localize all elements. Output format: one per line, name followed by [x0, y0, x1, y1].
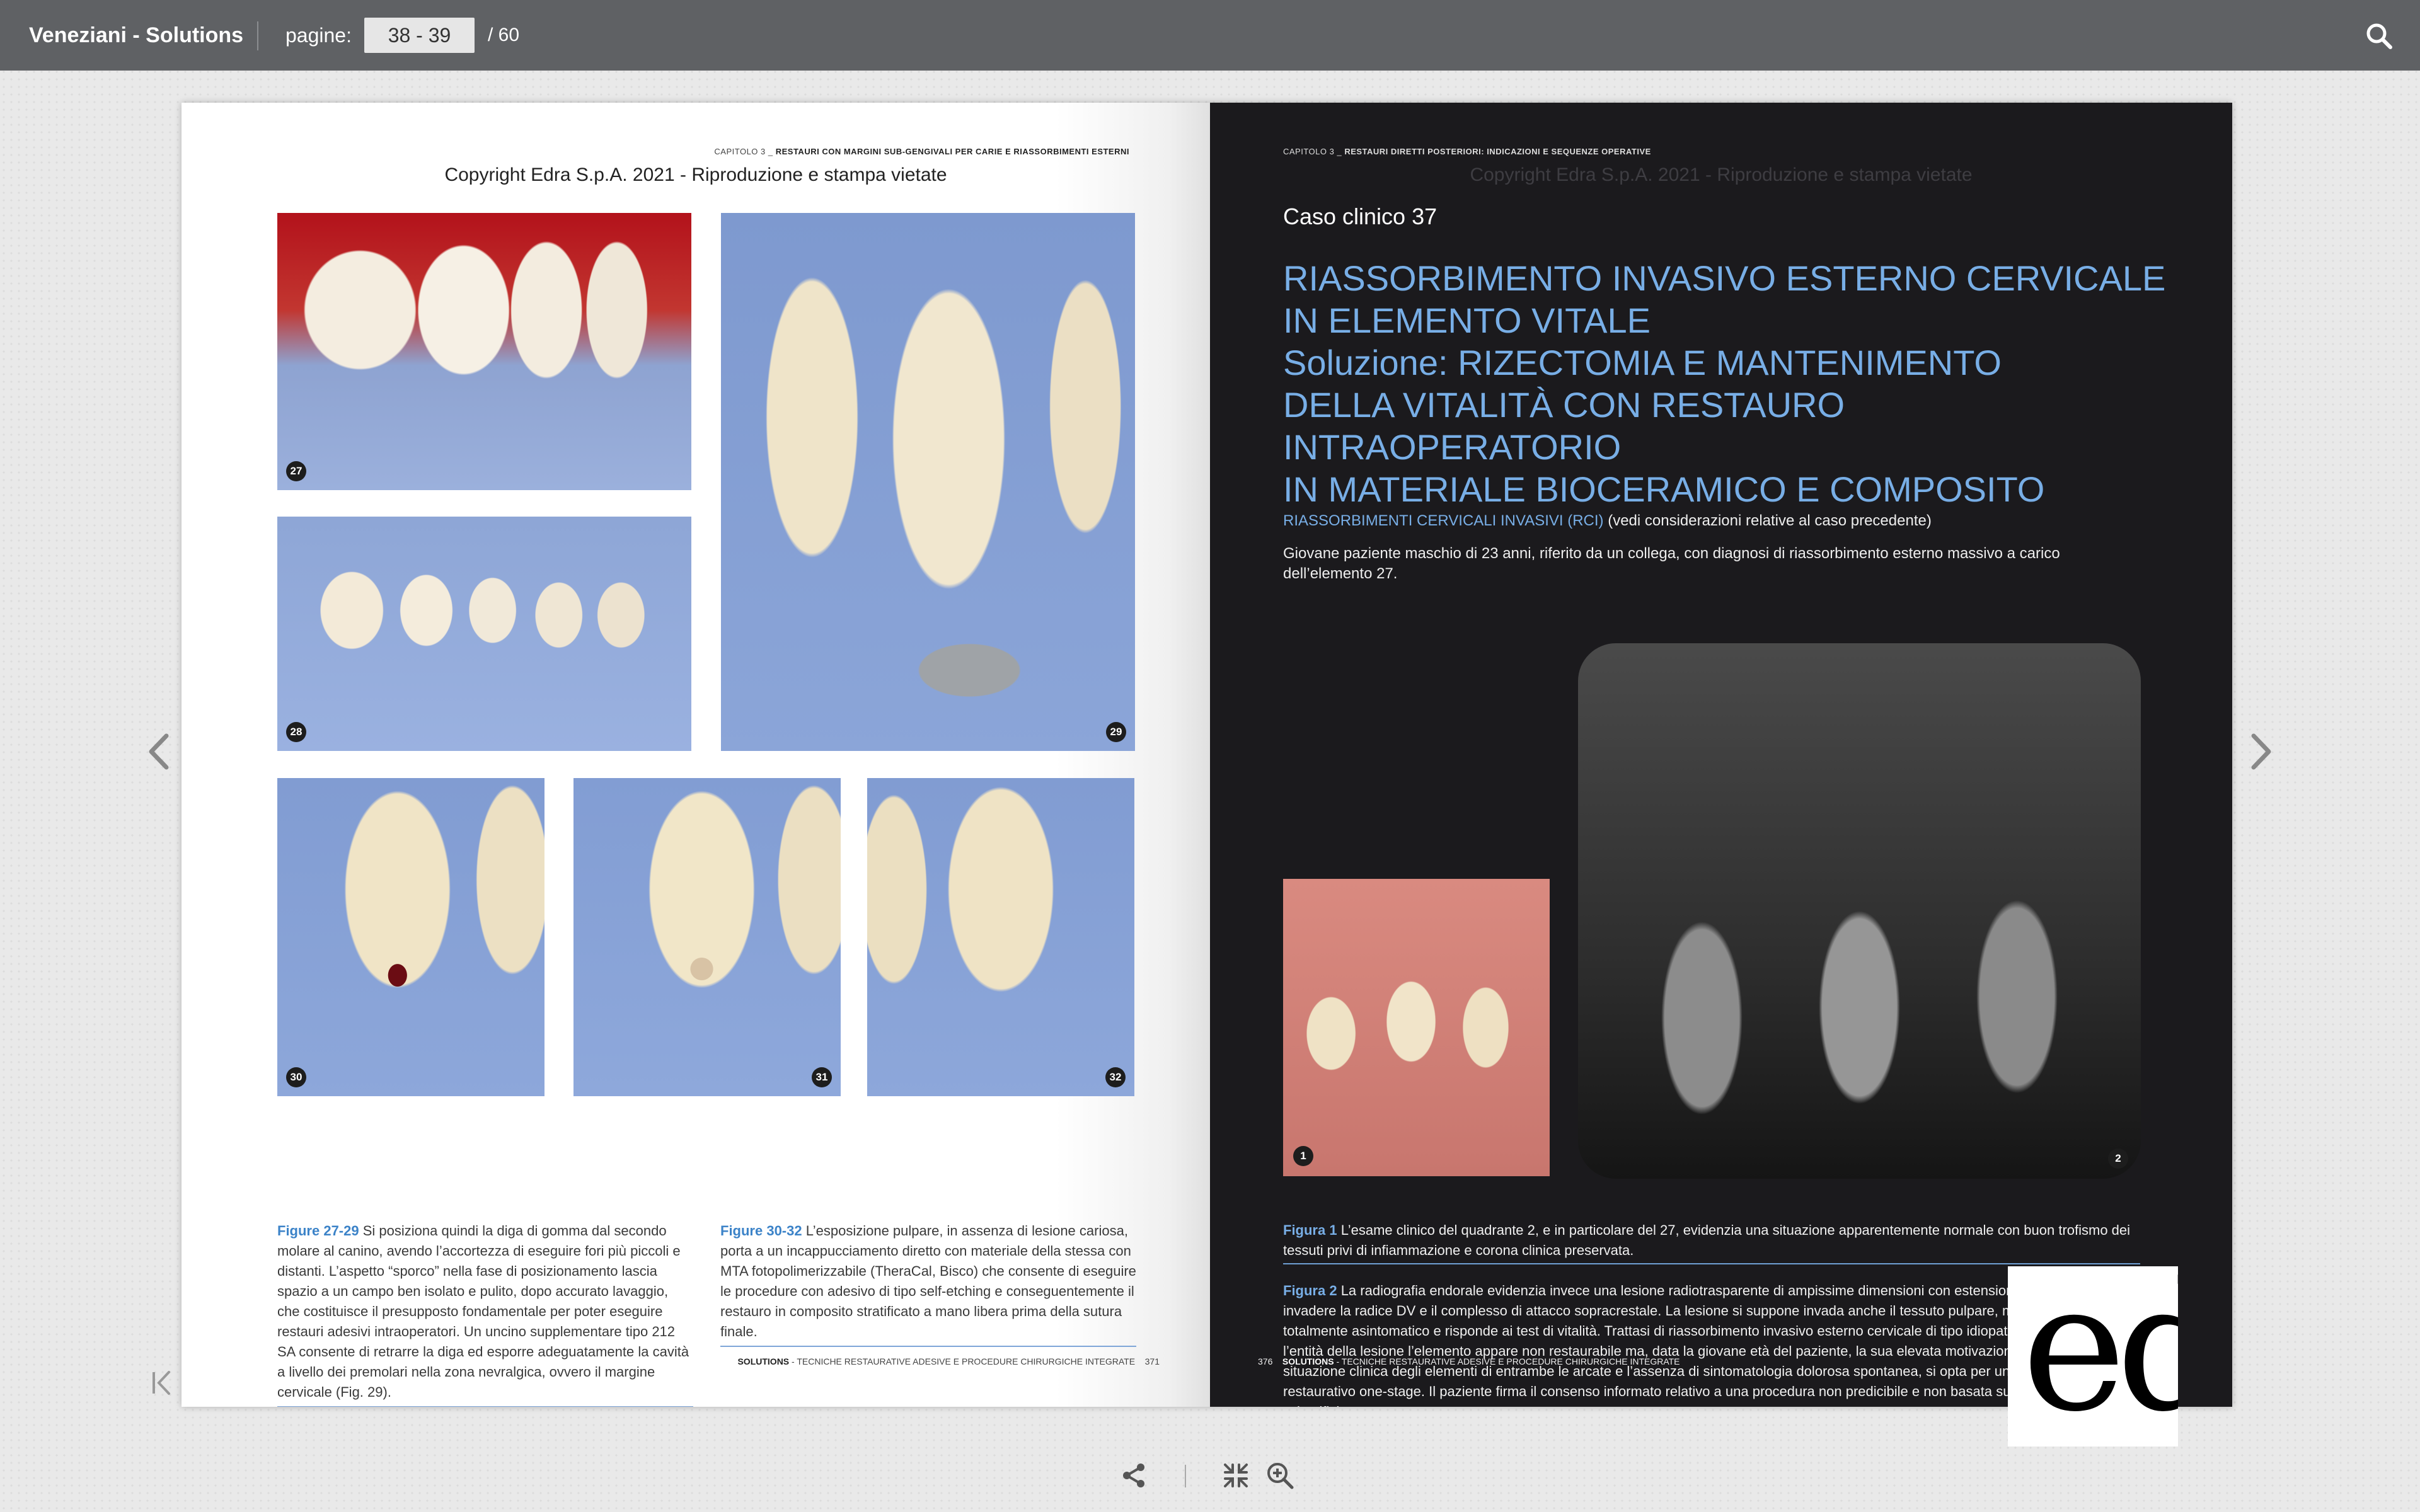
running-head-chapter: CAPITOLO 3 _: [1283, 147, 1342, 156]
running-head: CAPITOLO 3 _ RESTAURI DIRETTI POSTERIORI…: [1283, 147, 1651, 156]
figure-28-photo: 28: [277, 517, 691, 751]
previous-page-button[interactable]: [144, 730, 175, 774]
search-icon[interactable]: [2363, 20, 2395, 52]
figure-number: 32: [1105, 1067, 1126, 1087]
figure-number: 1: [1293, 1146, 1313, 1166]
zoom-in-button[interactable]: [1264, 1460, 1296, 1491]
page-footer: SOLUTIONS - TECNICHE RESTAURATIVE ADESIV…: [737, 1356, 1160, 1366]
figure-29-photo: 29: [721, 213, 1135, 751]
header-divider: [257, 21, 258, 50]
figure-number: 29: [1106, 722, 1126, 742]
figure-30-photo: 30: [277, 778, 544, 1096]
figure-1-photo: 1: [1283, 879, 1550, 1176]
case-title: Caso clinico 37: [1283, 203, 1438, 229]
caption-label: Figure 30-32: [720, 1223, 802, 1239]
page-footer: 376 SOLUTIONS - TECNICHE RESTAURATIVE AD…: [1258, 1356, 1680, 1366]
left-page: CAPITOLO 3 _ RESTAURI CON MARGINI SUB-GE…: [182, 103, 1210, 1407]
caption-label: Figura 2: [1283, 1283, 1337, 1298]
logo-text: edra: [2022, 1266, 2178, 1446]
edra-logo: edra: [2008, 1266, 2178, 1446]
caption-text: Si posiziona quindi la diga di gomma dal…: [277, 1223, 689, 1400]
caption-label: Figura 1: [1283, 1222, 1337, 1238]
figure-32-photo: 32: [867, 778, 1134, 1096]
zoom-in-icon: [1267, 1463, 1294, 1489]
next-page-button[interactable]: [2245, 730, 2276, 774]
footer-subtitle: - TECNICHE RESTAURATIVE ADESIVE E PROCED…: [789, 1356, 1136, 1366]
section-rest: (vedi considerazioni relative al caso pr…: [1603, 512, 1932, 529]
figure-number: 2: [2108, 1148, 2128, 1169]
footer-book: SOLUTIONS: [1282, 1356, 1334, 1366]
intro-text: Giovane paziente maschio di 23 anni, rif…: [1283, 545, 2060, 582]
running-head-title: RESTAURI DIRETTI POSTERIORI: INDICAZIONI…: [1344, 147, 1651, 156]
book-spread: CAPITOLO 3 _ RESTAURI CON MARGINI SUB-GE…: [182, 103, 2232, 1407]
app-title: Veneziani - Solutions: [29, 23, 244, 47]
heading-line: RIASSORBIMENTO INVASIVO ESTERNO CERVICAL…: [1283, 258, 2166, 298]
footer-book: SOLUTIONS: [737, 1356, 790, 1366]
page-number: 376: [1258, 1356, 1273, 1366]
heading-line: DELLA VITALITÀ CON RESTAURO INTRAOPERATO…: [1283, 385, 1845, 467]
chevron-right-icon: [2251, 733, 2271, 770]
figure-31-photo: 31: [573, 778, 841, 1096]
copyright-notice: Copyright Edra S.p.A. 2021 - Riproduzion…: [1470, 164, 1973, 185]
heading-line: IN ELEMENTO VITALE: [1283, 301, 1651, 340]
pages-label: pagine:: [285, 24, 352, 47]
running-head-chapter: CAPITOLO 3 _: [714, 147, 773, 156]
caption-figures-27-29: Figure 27-29 Si posiziona quindi la diga…: [277, 1221, 693, 1407]
heading-line: Soluzione: RIZECTOMIA E MANTENIMENTO: [1283, 343, 2002, 382]
page-number: 371: [1144, 1356, 1160, 1366]
figure-number: 27: [286, 461, 306, 481]
running-head: CAPITOLO 3 _ RESTAURI CON MARGINI SUB-GE…: [714, 147, 1129, 156]
page-number-input[interactable]: [364, 18, 475, 53]
share-icon: [1123, 1463, 1144, 1487]
case-heading: RIASSORBIMENTO INVASIVO ESTERNO CERVICAL…: [1283, 257, 2178, 510]
caption-figures-30-32: Figure 30-32 L’esposizione pulpare, in a…: [720, 1221, 1136, 1347]
top-bar: Veneziani - Solutions pagine: / 60: [0, 0, 2420, 71]
caption-figure-1: Figura 1 L’esame clinico del quadrante 2…: [1283, 1220, 2140, 1264]
first-page-button[interactable]: [149, 1367, 180, 1411]
figure-number: 31: [812, 1067, 832, 1087]
figure-number: 28: [286, 722, 306, 742]
collapse-icon: [1224, 1463, 1248, 1487]
figure-27-photo: 27: [277, 213, 691, 490]
first-page-icon: [153, 1371, 170, 1395]
footer-subtitle: - TECNICHE RESTAURATIVE ADESIVE E PROCED…: [1334, 1356, 1680, 1366]
section-highlight: RIASSORBIMENTI CERVICALI INVASIVI (RCI): [1283, 512, 1604, 529]
figure-number: 30: [286, 1067, 306, 1087]
caption-text: L’esame clinico del quadrante 2, e in pa…: [1283, 1222, 2131, 1258]
figure-2-xray: 2: [1578, 643, 2141, 1179]
chevron-left-icon: [149, 733, 169, 770]
right-page: CAPITOLO 3 _ RESTAURI DIRETTI POSTERIORI…: [1210, 103, 2232, 1407]
heading-line: IN MATERIALE BIOCERAMICO E COMPOSITO: [1283, 469, 2045, 509]
share-button[interactable]: [1118, 1460, 1150, 1491]
section-heading: RIASSORBIMENTI CERVICALI INVASIVI (RCI) …: [1283, 512, 2165, 530]
running-head-title: RESTAURI CON MARGINI SUB-GENGIVALI PER C…: [775, 147, 1129, 156]
toolbar-divider: [1185, 1465, 1186, 1487]
caption-label: Figure 27-29: [277, 1223, 359, 1239]
pages-total: / 60: [488, 25, 520, 45]
exit-fullscreen-button[interactable]: [1220, 1460, 1252, 1491]
caption-text: L’esposizione pulpare, in assenza di les…: [720, 1223, 1136, 1339]
copyright-notice: Copyright Edra S.p.A. 2021 - Riproduzion…: [444, 164, 947, 185]
